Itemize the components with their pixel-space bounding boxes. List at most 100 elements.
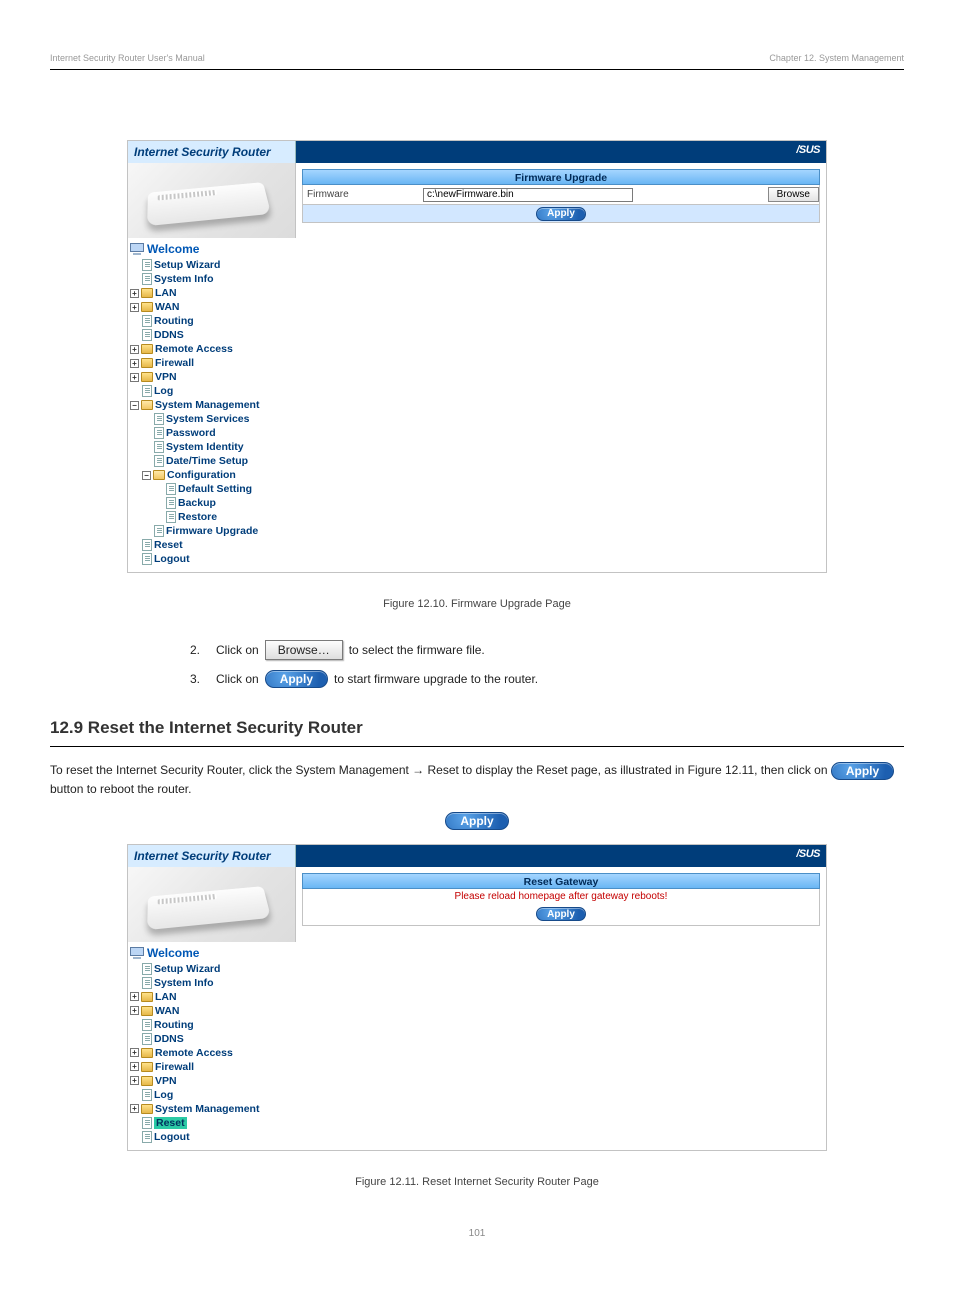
nav-system-management[interactable]: −System Management: [130, 398, 294, 412]
steps-list: 2. Click on Browse… to select the firmwa…: [190, 640, 904, 688]
nav-logout[interactable]: Logout: [130, 1130, 294, 1144]
step-number: 3.: [190, 672, 216, 686]
page-icon: [142, 553, 152, 565]
page-icon: [166, 511, 176, 523]
expand-icon[interactable]: +: [130, 359, 139, 368]
nav-password[interactable]: Password: [130, 426, 294, 440]
computer-icon: [130, 243, 144, 255]
firmware-path-input[interactable]: [423, 188, 633, 202]
nav-firewall[interactable]: +Firewall: [130, 1060, 294, 1074]
page-icon: [142, 1089, 152, 1101]
nav-vpn[interactable]: +VPN: [130, 370, 294, 384]
apply-button-small[interactable]: Apply: [536, 207, 586, 221]
step-2: 2. Click on Browse… to select the firmwa…: [190, 640, 904, 660]
nav-log[interactable]: Log: [130, 384, 294, 398]
nav-system-info[interactable]: System Info: [130, 272, 294, 286]
apply-button-inline[interactable]: Apply: [831, 762, 894, 780]
brand-bar: /SUS: [296, 845, 826, 867]
nav-remote-access[interactable]: +Remote Access: [130, 342, 294, 356]
folder-icon: [141, 358, 153, 368]
apply-button[interactable]: Apply: [265, 670, 328, 688]
step-number: 2.: [190, 643, 216, 657]
page-icon: [142, 1117, 152, 1129]
nav-ddns[interactable]: DDNS: [130, 1032, 294, 1046]
nav-logout[interactable]: Logout: [130, 552, 294, 566]
apply-button-small[interactable]: Apply: [536, 907, 586, 921]
nav-ddns[interactable]: DDNS: [130, 328, 294, 342]
expand-icon[interactable]: +: [130, 1062, 139, 1071]
page-icon: [142, 385, 152, 397]
page-icon: [154, 525, 164, 537]
brand-bar: /SUS: [296, 141, 826, 163]
nav-default-setting[interactable]: Default Setting: [130, 482, 294, 496]
nav-lan[interactable]: +LAN: [130, 286, 294, 300]
nav-system-identity[interactable]: System Identity: [130, 440, 294, 454]
expand-icon[interactable]: +: [130, 1076, 139, 1085]
page-icon: [154, 441, 164, 453]
apply-button[interactable]: Apply: [445, 812, 508, 830]
page-icon: [142, 315, 152, 327]
nav-backup[interactable]: Backup: [130, 496, 294, 510]
nav-datetime[interactable]: Date/Time Setup: [130, 454, 294, 468]
nav-configuration[interactable]: −Configuration: [130, 468, 294, 482]
nav-lan[interactable]: +LAN: [130, 990, 294, 1004]
step-text-pre: Click on: [216, 672, 259, 686]
nav-wan[interactable]: +WAN: [130, 300, 294, 314]
browse-button[interactable]: Browse…: [265, 640, 343, 660]
page-icon: [166, 497, 176, 509]
nav-restore[interactable]: Restore: [130, 510, 294, 524]
collapse-icon[interactable]: −: [142, 471, 151, 480]
expand-icon[interactable]: +: [130, 289, 139, 298]
nav-setup-wizard[interactable]: Setup Wizard: [130, 962, 294, 976]
nav-remote-access[interactable]: +Remote Access: [130, 1046, 294, 1060]
nav-routing[interactable]: Routing: [130, 314, 294, 328]
panel-title: Reset Gateway: [302, 873, 820, 889]
figure-caption-2: Figure 12.11. Reset Internet Security Ro…: [50, 1176, 904, 1188]
page-icon: [154, 413, 164, 425]
expand-icon[interactable]: +: [130, 373, 139, 382]
page-icon: [166, 483, 176, 495]
expand-icon[interactable]: +: [130, 345, 139, 354]
expand-icon[interactable]: +: [130, 303, 139, 312]
nav-log[interactable]: Log: [130, 1088, 294, 1102]
router-title: Internet Security Router: [128, 845, 296, 867]
nav-welcome[interactable]: Welcome: [130, 242, 294, 256]
folder-open-icon: [153, 470, 165, 480]
nav-firmware-upgrade[interactable]: Firmware Upgrade: [130, 524, 294, 538]
step-3: 3. Click on Apply to start firmware upgr…: [190, 670, 904, 688]
folder-icon: [141, 1062, 153, 1072]
expand-icon[interactable]: +: [130, 1048, 139, 1057]
browse-button-small[interactable]: Browse: [768, 187, 819, 202]
nav-system-services[interactable]: System Services: [130, 412, 294, 426]
panel-title: Firmware Upgrade: [302, 169, 820, 185]
nav-wan[interactable]: +WAN: [130, 1004, 294, 1018]
page-icon: [142, 1131, 152, 1143]
nav-tree: Welcome Setup Wizard System Info +LAN +W…: [128, 238, 296, 572]
folder-open-icon: [141, 400, 153, 410]
nav-reset[interactable]: Reset: [130, 1116, 294, 1130]
page-icon: [142, 1019, 152, 1031]
reset-message: Please reload homepage after gateway reb…: [302, 889, 820, 904]
nav-setup-wizard[interactable]: Setup Wizard: [130, 258, 294, 272]
nav-firewall[interactable]: +Firewall: [130, 356, 294, 370]
panel-footer: Apply: [302, 904, 820, 926]
folder-icon: [141, 992, 153, 1002]
page-icon: [142, 329, 152, 341]
expand-icon[interactable]: +: [130, 992, 139, 1001]
page-header: Internet Security Router User's Manual C…: [50, 30, 904, 70]
nav-routing[interactable]: Routing: [130, 1018, 294, 1032]
folder-icon: [141, 1006, 153, 1016]
nav-reset[interactable]: Reset: [130, 538, 294, 552]
firmware-upgrade-screenshot: Internet Security Router /SUS Welcome Se…: [127, 140, 827, 573]
folder-icon: [141, 1104, 153, 1114]
nav-welcome[interactable]: Welcome: [130, 946, 294, 960]
nav-system-info[interactable]: System Info: [130, 976, 294, 990]
page-icon: [154, 455, 164, 467]
nav-system-management[interactable]: +System Management: [130, 1102, 294, 1116]
nav-vpn[interactable]: +VPN: [130, 1074, 294, 1088]
panel-footer: Apply: [302, 205, 820, 223]
expand-icon[interactable]: +: [130, 1104, 139, 1113]
collapse-icon[interactable]: −: [130, 401, 139, 410]
content-panel: Firmware Upgrade Firmware Browse Apply: [296, 163, 826, 572]
expand-icon[interactable]: +: [130, 1006, 139, 1015]
